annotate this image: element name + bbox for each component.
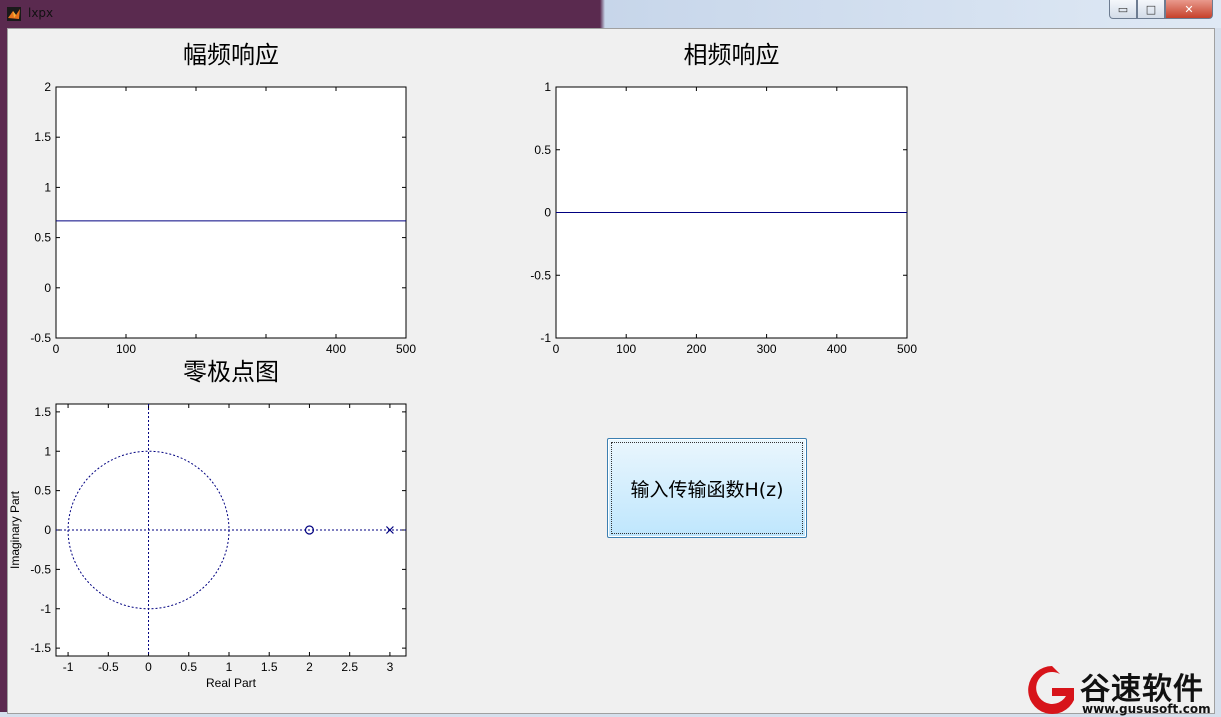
x-tick-label: 500	[897, 342, 917, 356]
magnitude-response-axes[interactable]: 0 100 400 500-0.500.511.52幅频响应	[30, 41, 416, 356]
plot-area	[55, 86, 407, 339]
y-axis-label: Imaginary Part	[8, 490, 22, 569]
x-tick-label: 400	[326, 342, 346, 356]
input-transfer-function-button[interactable]: 输入传输函数H(z)	[607, 438, 807, 538]
axes-title: 幅频响应	[183, 41, 279, 69]
x-tick-label: 500	[396, 342, 416, 356]
x-tick-label: 200	[686, 342, 706, 356]
figure-axes-layer: 0 100 400 500-0.500.511.52幅频响应 0 100 200 300 40…	[8, 41, 917, 690]
y-tick-label: 1	[44, 444, 51, 458]
x-tick-label: 1.5	[261, 660, 278, 674]
y-tick-label: 0.5	[34, 484, 51, 498]
x-tick-label: 2.5	[341, 660, 358, 674]
y-tick-label: -0.5	[530, 268, 551, 282]
x-tick-label: -1	[63, 660, 74, 674]
y-tick-label: 0.5	[34, 231, 51, 245]
x-tick-label: 300	[757, 342, 777, 356]
phase-response-axes[interactable]: 0 100 200 300 400 500 -1 -0.5 0 0.5 1 相频响应	[530, 41, 917, 356]
x-tick-label: 2	[306, 660, 313, 674]
axes-title: 零极点图	[183, 358, 279, 386]
y-tick-label: -1.5	[30, 641, 51, 655]
y-tick-label: -0.5	[30, 562, 51, 576]
pole-zero-axes[interactable]: -1 -0.5 0 0.5 1 1.5 2 2.5 3 -1.5 -1 -0.5 0 0.5 1 1.5 零极点…	[8, 358, 407, 690]
x-tick-label: 0	[145, 660, 152, 674]
y-tick-label: 1.5	[34, 405, 51, 419]
x-tick-label: 100	[616, 342, 636, 356]
x-axis-label: Real Part	[206, 676, 257, 690]
y-tick-label: 0	[544, 206, 551, 220]
y-tick-label: -0.5	[30, 331, 51, 345]
y-tick-label: 1.5	[34, 130, 51, 144]
y-tick-label: -1	[40, 602, 51, 616]
x-tick-label: 0	[53, 342, 60, 356]
x-tick-label: 3	[387, 660, 394, 674]
x-tick-label: -0.5	[98, 660, 119, 674]
x-tick-label: 0	[553, 342, 560, 356]
y-tick-label: 0	[44, 523, 51, 537]
x-tick-label: 400	[827, 342, 847, 356]
x-tick-label: 0.5	[180, 660, 197, 674]
y-tick-label: 1	[544, 80, 551, 94]
axes-title: 相频响应	[684, 41, 780, 69]
y-tick-label: 2	[44, 80, 51, 94]
y-tick-label: 0.5	[534, 143, 551, 157]
y-tick-label: -1	[540, 331, 551, 345]
x-tick-label: 1	[226, 660, 233, 674]
watermark-url: www.gususoft.com	[1082, 702, 1211, 716]
y-tick-label: 0	[44, 281, 51, 295]
y-tick-label: 1	[44, 180, 51, 194]
x-tick-label: 100	[116, 342, 136, 356]
